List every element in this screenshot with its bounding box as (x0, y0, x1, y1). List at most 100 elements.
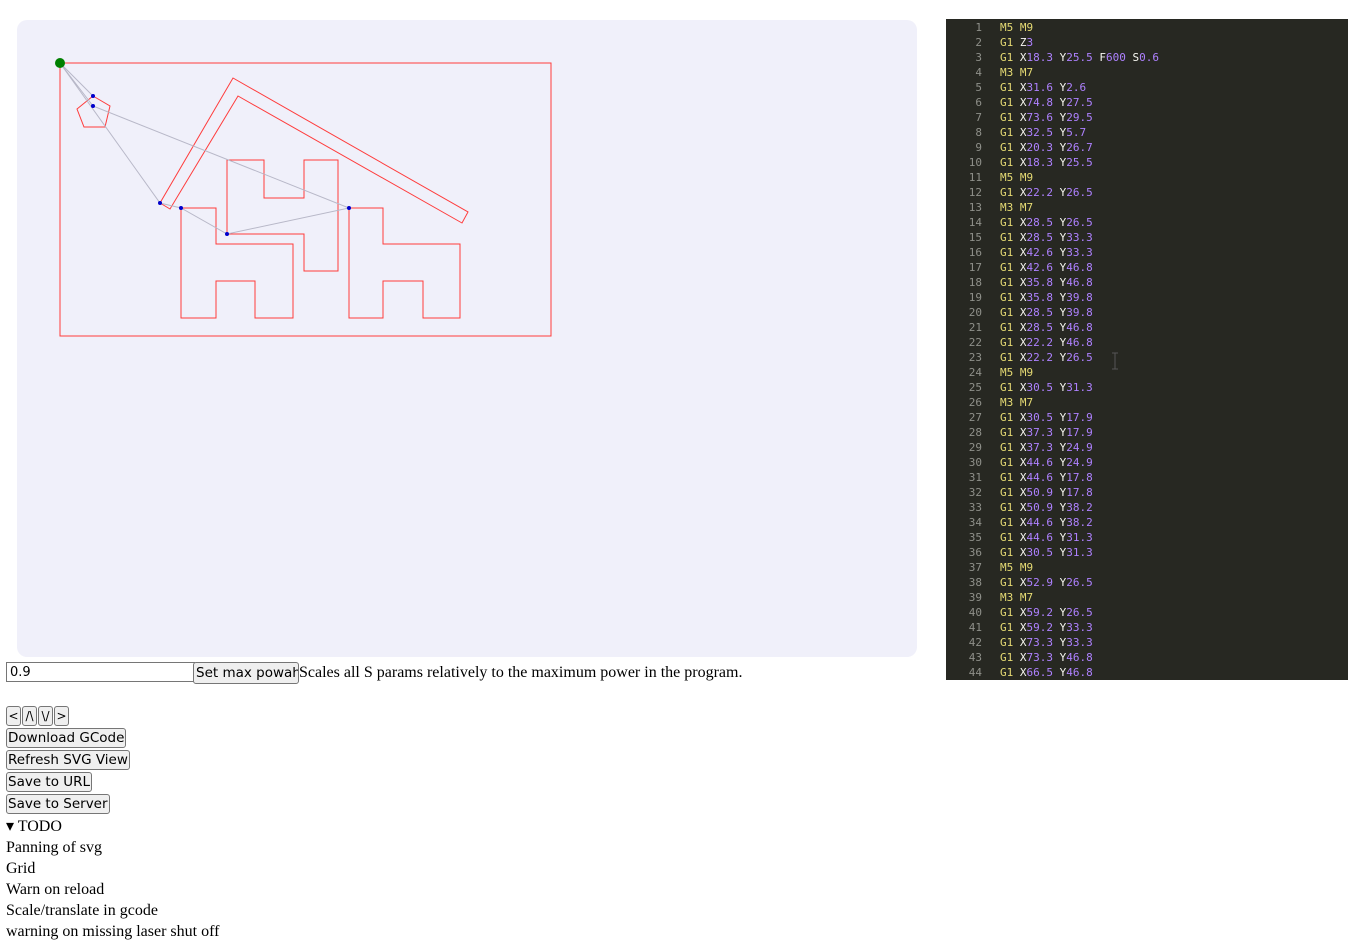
code-text: G1 X44.6 Y38.2 (1000, 516, 1093, 529)
up-button[interactable]: /\ (22, 706, 37, 726)
line-number: 9 (975, 141, 982, 154)
code-line[interactable]: 36 G1 X30.5 Y31.3 (946, 545, 1348, 560)
line-number: 34 (968, 516, 982, 529)
code-text: G1 X66.5 Y46.8 (1000, 666, 1093, 679)
todo-item: Warn on reload (6, 881, 105, 898)
code-line[interactable]: 29 G1 X37.3 Y24.9 (946, 440, 1348, 455)
code-line[interactable]: 33 G1 X50.9 Y38.2 (946, 500, 1348, 515)
code-line[interactable]: 7 G1 X73.6 Y29.5 (946, 110, 1348, 125)
travel-vertices (91, 94, 351, 236)
text-cursor-icon (1112, 352, 1118, 370)
gcode-editor[interactable]: 1 M5 M9 2 G1 Z3 3 G1 X18.3 Y25.5 F600 S0.6 4 M3… (946, 19, 1348, 680)
code-line[interactable]: 1 M5 M9 (946, 20, 1348, 35)
code-line[interactable]: 43 G1 X73.3 Y46.8 (946, 650, 1348, 665)
save-server-button[interactable]: Save to Server (6, 794, 110, 814)
code-line[interactable]: 4 M3 M7 (946, 65, 1348, 80)
line-number: 3 (975, 51, 982, 64)
code-line[interactable]: 20 G1 X28.5 Y39.8 (946, 305, 1348, 320)
code-text: G1 X28.5 Y46.8 (1000, 321, 1093, 334)
code-text: G1 X74.8 Y27.5 (1000, 96, 1093, 109)
code-line[interactable]: 17 G1 X42.6 Y46.8 (946, 260, 1348, 275)
line-number: 5 (975, 81, 982, 94)
code-text: G1 X44.6 Y31.3 (1000, 531, 1093, 544)
code-line[interactable]: 27 G1 X30.5 Y17.9 (946, 410, 1348, 425)
toolpath-canvas[interactable] (17, 20, 917, 657)
max-power-input[interactable] (6, 662, 195, 682)
todo-item: Grid (6, 860, 36, 877)
code-text: G1 X20.3 Y26.7 (1000, 141, 1093, 154)
code-text: G1 X59.2 Y33.3 (1000, 621, 1093, 634)
code-line[interactable]: 25 G1 X30.5 Y31.3 (946, 380, 1348, 395)
line-number: 40 (968, 606, 982, 619)
code-line[interactable]: 15 G1 X28.5 Y33.3 (946, 230, 1348, 245)
line-number: 20 (968, 306, 982, 319)
code-line[interactable]: 42 G1 X73.3 Y33.3 (946, 635, 1348, 650)
line-number: 25 (968, 381, 982, 394)
code-text: M5 M9 (1000, 171, 1034, 184)
code-line[interactable]: 9 G1 X20.3 Y26.7 (946, 140, 1348, 155)
line-number: 26 (968, 396, 982, 409)
code-line[interactable]: 18 G1 X35.8 Y46.8 (946, 275, 1348, 290)
line-number: 29 (968, 441, 982, 454)
code-text: M3 M7 (1000, 66, 1034, 79)
code-line[interactable]: 10 G1 X18.3 Y25.5 (946, 155, 1348, 170)
line-number: 7 (975, 111, 982, 124)
code-line[interactable]: 22 G1 X22.2 Y46.8 (946, 335, 1348, 350)
svg-preview[interactable] (17, 20, 917, 657)
download-gcode-button[interactable]: Download GCode (6, 728, 127, 748)
line-number: 14 (968, 216, 982, 229)
prev-button[interactable]: < (6, 706, 21, 726)
todo-item: Scale/translate in gcode (6, 902, 158, 919)
code-text: G1 X18.3 Y25.5 F600 S0.6 (1000, 51, 1159, 64)
code-line[interactable]: 23 G1 X22.2 Y26.5 (946, 350, 1348, 365)
code-line[interactable]: 35 G1 X44.6 Y31.3 (946, 530, 1348, 545)
next-button[interactable]: > (54, 706, 69, 726)
code-text: G1 X35.8 Y46.8 (1000, 276, 1093, 289)
code-line[interactable]: 26 M3 M7 (946, 395, 1348, 410)
code-line[interactable]: 37 M5 M9 (946, 560, 1348, 575)
refresh-svg-button[interactable]: Refresh SVG View (6, 750, 130, 770)
code-text: G1 X28.5 Y33.3 (1000, 231, 1093, 244)
code-text: G1 X44.6 Y17.8 (1000, 471, 1093, 484)
code-text: G1 X18.3 Y25.5 (1000, 156, 1093, 169)
set-max-power-button[interactable]: Set max powah (193, 662, 299, 684)
code-line[interactable]: 11 M5 M9 (946, 170, 1348, 185)
code-line[interactable]: 38 G1 X52.9 Y26.5 (946, 575, 1348, 590)
code-line[interactable]: 30 G1 X44.6 Y24.9 (946, 455, 1348, 470)
code-text: G1 X30.5 Y31.3 (1000, 546, 1093, 559)
code-line[interactable]: 21 G1 X28.5 Y46.8 (946, 320, 1348, 335)
code-text: G1 X28.5 Y26.5 (1000, 216, 1093, 229)
code-line[interactable]: 28 G1 X37.3 Y17.9 (946, 425, 1348, 440)
line-number: 4 (975, 66, 982, 79)
save-url-button[interactable]: Save to URL (6, 772, 93, 792)
code-line[interactable]: 5 G1 X31.6 Y2.6 (946, 80, 1348, 95)
code-line[interactable]: 40 G1 X59.2 Y26.5 (946, 605, 1348, 620)
code-text: G1 X37.3 Y24.9 (1000, 441, 1093, 454)
code-line[interactable]: 8 G1 X32.5 Y5.7 (946, 125, 1348, 140)
line-number: 15 (968, 231, 982, 244)
line-number: 2 (975, 36, 982, 49)
code-text: G1 X42.6 Y46.8 (1000, 261, 1093, 274)
code-line[interactable]: 19 G1 X35.8 Y39.8 (946, 290, 1348, 305)
code-line[interactable]: 24 M5 M9 (946, 365, 1348, 380)
code-text: M3 M7 (1000, 396, 1034, 409)
code-text: G1 X30.5 Y17.9 (1000, 411, 1093, 424)
code-line[interactable]: 39 M3 M7 (946, 590, 1348, 605)
code-line[interactable]: 2 G1 Z3 (946, 35, 1348, 50)
code-line[interactable]: 6 G1 X74.8 Y27.5 (946, 95, 1348, 110)
down-button[interactable]: \/ (38, 706, 53, 726)
code-line[interactable]: 13 M3 M7 (946, 200, 1348, 215)
code-line[interactable]: 41 G1 X59.2 Y33.3 (946, 620, 1348, 635)
code-text: G1 X32.5 Y5.7 (1000, 126, 1087, 139)
todo-summary[interactable]: ▾ TODO (6, 816, 219, 837)
code-line[interactable]: 34 G1 X44.6 Y38.2 (946, 515, 1348, 530)
code-line[interactable]: 44 G1 X66.5 Y46.8 (946, 665, 1348, 680)
code-line[interactable]: 12 G1 X22.2 Y26.5 (946, 185, 1348, 200)
line-number: 16 (968, 246, 982, 259)
code-line[interactable]: 31 G1 X44.6 Y17.8 (946, 470, 1348, 485)
code-line[interactable]: 14 G1 X28.5 Y26.5 (946, 215, 1348, 230)
code-line[interactable]: 16 G1 X42.6 Y33.3 (946, 245, 1348, 260)
roof-path (159, 77, 469, 224)
code-line[interactable]: 32 G1 X50.9 Y17.8 (946, 485, 1348, 500)
code-line[interactable]: 3 G1 X18.3 Y25.5 F600 S0.6 (946, 50, 1348, 65)
